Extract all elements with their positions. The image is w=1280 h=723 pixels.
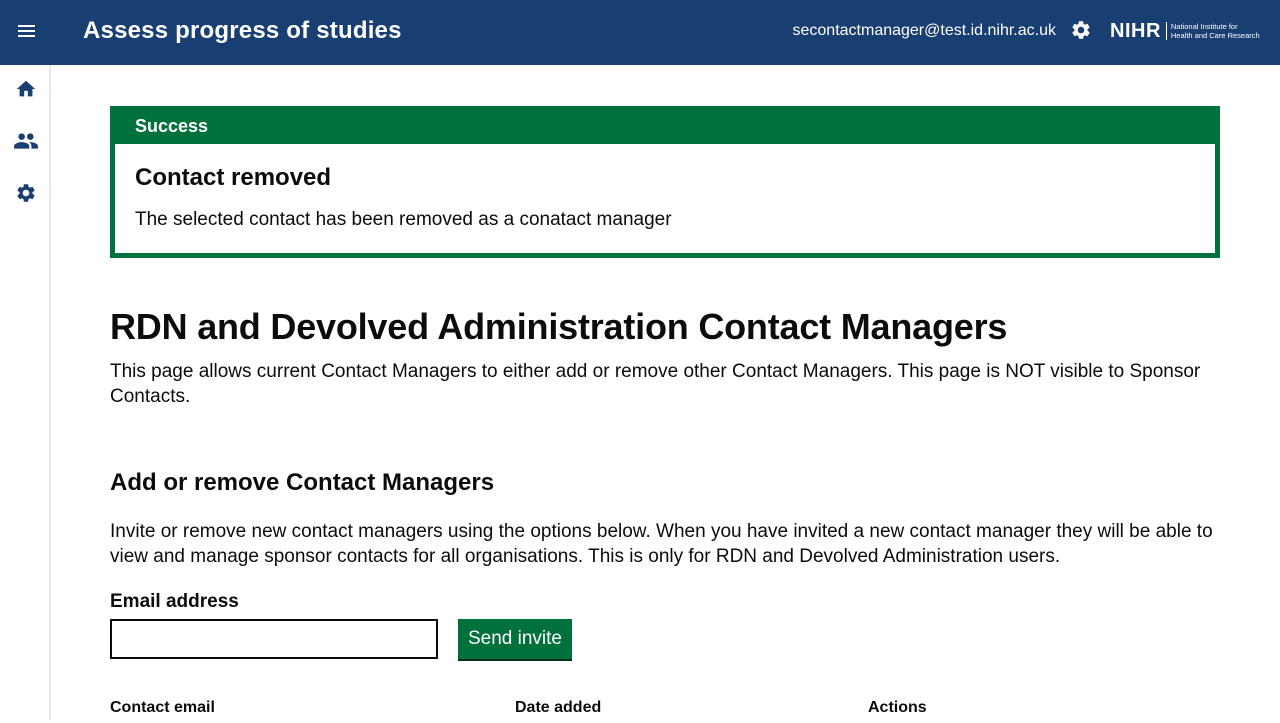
app-header: Assess progress of studies secontactmana… <box>0 0 1280 65</box>
main-content: Success Contact removed The selected con… <box>110 106 1220 716</box>
table-header: Contact email Date added Actions <box>110 699 1220 723</box>
user-email: secontactmanager@test.id.nihr.ac.uk <box>792 22 1057 39</box>
sidebar-item-home[interactable] <box>12 77 40 105</box>
logo-subtitle: National Institute for Health and Care R… <box>1171 22 1260 40</box>
menu-button[interactable] <box>10 16 44 50</box>
column-header-actions: Actions <box>868 699 927 716</box>
sidebar-item-settings[interactable] <box>12 181 40 209</box>
logo-subtitle-line2: Health and Care Research <box>1170 31 1260 40</box>
banner-title: Contact removed <box>135 164 332 191</box>
gear-icon <box>15 182 37 209</box>
send-invite-button[interactable]: Send invite <box>458 619 572 659</box>
home-icon <box>15 78 37 105</box>
logo-divider <box>1165 22 1167 40</box>
app-title[interactable]: Assess progress of studies <box>83 17 402 45</box>
logo-mark: NIHR <box>1110 19 1161 42</box>
nihr-logo[interactable]: NIHR National Institute for Health and C… <box>1110 19 1260 43</box>
banner-message: The selected contact has been removed as… <box>135 209 672 230</box>
sidebar-item-contacts[interactable] <box>12 129 40 157</box>
gear-icon <box>1070 19 1092 46</box>
column-header-date-added: Date added <box>515 699 602 716</box>
email-label: Email address <box>110 591 239 612</box>
success-banner: Success Contact removed The selected con… <box>110 106 1220 258</box>
banner-heading: Success <box>115 111 1215 144</box>
section-title: Add or remove Contact Managers <box>110 469 495 496</box>
banner-body: Contact removed The selected contact has… <box>115 144 1215 231</box>
section-description: Invite or remove new contact managers us… <box>110 521 1213 567</box>
people-icon <box>13 128 39 159</box>
email-input[interactable] <box>110 619 438 659</box>
page-title: RDN and Devolved Administration Contact … <box>110 306 1008 347</box>
hamburger-menu-icon <box>17 23 37 44</box>
logo-subtitle-line1: National Institute for <box>1170 22 1238 31</box>
settings-button[interactable] <box>1068 19 1094 45</box>
sidebar <box>0 65 51 720</box>
column-header-contact-email: Contact email <box>110 699 215 716</box>
page-intro: This page allows current Contact Manager… <box>110 361 1201 407</box>
